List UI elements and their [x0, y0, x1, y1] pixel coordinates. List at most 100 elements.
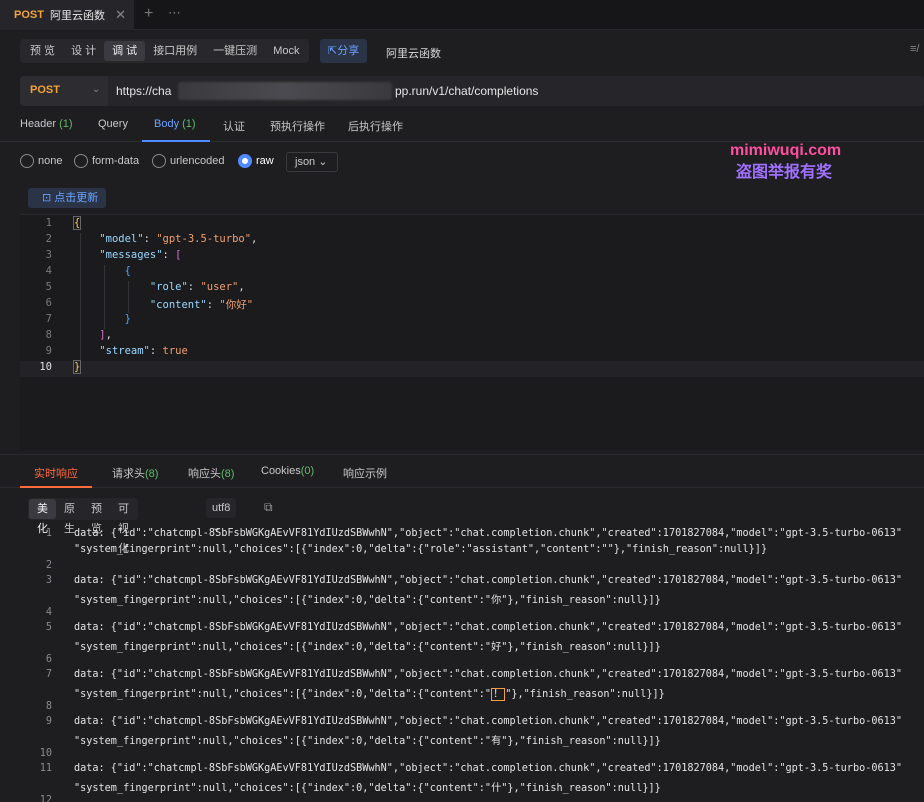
- share-button[interactable]: ⇱分享: [320, 39, 368, 63]
- tab-post-script[interactable]: 后执行操作: [348, 118, 403, 134]
- token: "model": [99, 233, 144, 245]
- editor-line: 3 "messages": [: [20, 249, 924, 265]
- radio-checked-icon: [238, 154, 252, 168]
- editor-line-current: 10 }: [20, 360, 924, 377]
- radio-urlencoded[interactable]: urlencoded: [152, 154, 224, 168]
- line-code: "role": "user",: [149, 281, 245, 293]
- radio-icon: [152, 154, 166, 168]
- tab-live-response[interactable]: 实时响应: [34, 465, 78, 481]
- highlighted-char: ！: [491, 688, 506, 701]
- encoding-select[interactable]: utf8 ⌄: [206, 498, 237, 534]
- update-button[interactable]: ⊡ 点击更新: [28, 188, 107, 208]
- line-code: ],: [99, 329, 112, 341]
- token: true: [162, 345, 188, 357]
- tab-header[interactable]: Header (1): [20, 118, 73, 130]
- line-number: 9: [45, 716, 52, 727]
- tab-count: (0): [300, 465, 315, 477]
- response-line: 7 data: {"id":"chatcmpl-8SbFsbWGKgAEvVF81…: [20, 669, 924, 684]
- line-code: data: {"id":"chatcmpl-8SbFsbWGKgAEvVF81Y…: [74, 528, 903, 539]
- token: ]: [99, 329, 106, 341]
- response-body[interactable]: 1 data: {"id":"chatcmpl-8SbFsbWGKgAEvVF81…: [20, 524, 924, 802]
- add-tab-icon[interactable]: +: [144, 5, 153, 23]
- response-line: "system_fingerprint":null,"choices":[{"i…: [20, 732, 924, 747]
- token: "stream": [99, 345, 150, 357]
- view-raw[interactable]: 原生: [56, 499, 83, 535]
- watermark-notice: 盗图举报有奖: [736, 164, 833, 181]
- line-code: "system_fingerprint":null,"choices":[{"i…: [74, 783, 661, 794]
- line-number: 10: [39, 748, 52, 759]
- tab-pre-script[interactable]: 预执行操作: [270, 118, 325, 134]
- tab-body-count: (1): [182, 118, 196, 130]
- line-number: 4: [45, 265, 52, 277]
- mode-preview[interactable]: 预 览: [22, 41, 63, 61]
- response-line: 6: [20, 654, 924, 669]
- tab-label: 请求头: [112, 468, 145, 480]
- menu-icon[interactable]: ≡/: [910, 43, 919, 55]
- line-code: }: [72, 360, 82, 374]
- line-number: 6: [45, 654, 52, 665]
- method-select[interactable]: POST ⌄: [20, 76, 108, 106]
- radio-label: urlencoded: [170, 155, 225, 167]
- tab-request-headers[interactable]: 请求头(8): [112, 465, 158, 481]
- line-number: 12: [39, 795, 52, 802]
- token: }: [72, 360, 82, 374]
- url-suffix[interactable]: pp.run/v1/chat/completions: [395, 84, 538, 98]
- copy-icon[interactable]: ⧉: [264, 500, 273, 515]
- line-code: data: {"id":"chatcmpl-8SbFsbWGKgAEvVF81Y…: [74, 575, 903, 586]
- mode-stress[interactable]: 一键压测: [205, 41, 265, 61]
- editor-line: 2 "model": "gpt-3.5-turbo",: [20, 233, 924, 249]
- body-editor[interactable]: 1 { 2 "model": "gpt-3.5-turbo", 3 "messa…: [20, 214, 924, 450]
- line-code: "system_fingerprint":null,"choices":[{"i…: [74, 685, 665, 701]
- format-select[interactable]: json ⌄: [286, 152, 338, 172]
- active-tab-indicator: [142, 140, 210, 142]
- line-number: 8: [45, 701, 52, 712]
- view-pretty[interactable]: 美化: [29, 499, 56, 535]
- line-code: "system_fingerprint":null,"choices":[{"i…: [74, 595, 661, 606]
- url-prefix[interactable]: https://cha: [116, 84, 171, 98]
- more-icon[interactable]: ⋯: [168, 5, 182, 21]
- response-line: 3 data: {"id":"chatcmpl-8SbFsbWGKgAEvVF81…: [20, 575, 924, 590]
- line-code: {: [74, 265, 131, 277]
- radio-label: none: [38, 155, 63, 167]
- line-code: data: {"id":"chatcmpl-8SbFsbWGKgAEvVF81Y…: [74, 669, 903, 680]
- line-code: data: {"id":"chatcmpl-8SbFsbWGKgAEvVF81Y…: [74, 716, 903, 727]
- mode-debug[interactable]: 调 试: [104, 41, 146, 61]
- tab-count: (8): [221, 468, 235, 480]
- mode-mock[interactable]: Mock: [265, 41, 307, 61]
- line-number: 5: [45, 622, 52, 633]
- tab-auth[interactable]: 认证: [223, 118, 245, 134]
- radio-form-data[interactable]: form-data: [74, 154, 139, 168]
- token: [: [175, 249, 182, 261]
- line-number: 11: [39, 763, 52, 774]
- view-preview[interactable]: 预览: [83, 499, 110, 535]
- view-mode-switcher: 美化 原生 预览 可视化: [28, 498, 138, 555]
- line-code: "content": "你好": [149, 299, 254, 311]
- line-number: 7: [45, 313, 52, 325]
- tab-body[interactable]: Body (1): [154, 118, 196, 130]
- response-line: 12: [20, 795, 924, 802]
- tab-body-label: Body: [154, 118, 180, 130]
- tab-header-count: (1): [59, 118, 73, 130]
- tab-header-label: Header: [20, 118, 57, 130]
- watermark: mimiwuqi.com 盗图举报有奖: [730, 140, 841, 184]
- radio-raw[interactable]: raw: [238, 154, 274, 168]
- method-value: POST: [30, 84, 60, 96]
- mode-cases[interactable]: 接口用例: [145, 41, 205, 61]
- token: "role": [149, 281, 188, 293]
- mode-bar: 预 览 设 计 调 试 接口用例 一键压测 Mock ⇱分享 阿里云函数 ≡/: [0, 31, 924, 71]
- tab-cookies[interactable]: Cookies(0): [261, 465, 314, 477]
- function-name: 阿里云函数: [386, 48, 441, 60]
- response-line: "system_fingerprint":null,"choices":[{"i…: [20, 591, 924, 606]
- tab-response-example[interactable]: 响应示例: [343, 465, 387, 481]
- line-number: 1: [45, 528, 52, 539]
- tab-query[interactable]: Query: [98, 118, 128, 130]
- tab-label: 响应头: [188, 468, 221, 480]
- response-line: 9 data: {"id":"chatcmpl-8SbFsbWGKgAEvVF81…: [20, 716, 924, 731]
- request-tab[interactable]: POST 阿里云函数 ✕: [0, 0, 134, 30]
- response-line: 4: [20, 607, 924, 622]
- close-icon[interactable]: ✕: [115, 7, 126, 23]
- tab-response-headers[interactable]: 响应头(8): [188, 465, 234, 481]
- view-visualize[interactable]: 可视化: [110, 499, 137, 555]
- mode-design[interactable]: 设 计: [63, 41, 104, 61]
- radio-none[interactable]: none: [20, 154, 62, 168]
